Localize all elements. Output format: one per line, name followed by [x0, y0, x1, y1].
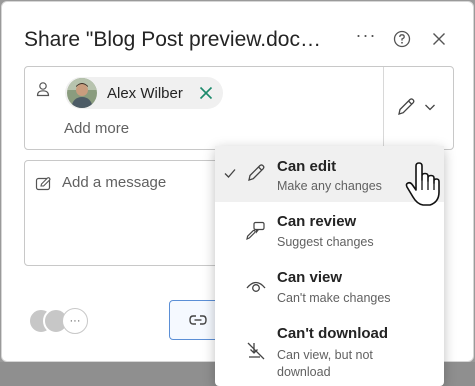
close-icon	[433, 33, 445, 45]
eye-icon	[246, 281, 266, 292]
pencil-icon	[398, 98, 415, 115]
hand-cursor-icon	[405, 162, 440, 206]
menu-item-title: Can review	[277, 213, 357, 230]
person-icon	[36, 82, 50, 97]
no-download-icon	[247, 342, 265, 360]
menu-item-title: Can view	[277, 269, 343, 286]
message-edit-icon	[35, 177, 51, 191]
menu-item-title: Can edit	[277, 158, 337, 175]
link-icon	[189, 315, 207, 325]
add-more-input[interactable]: Add more	[64, 120, 129, 137]
chevron-down-icon	[425, 104, 435, 111]
help-button[interactable]	[391, 28, 413, 50]
menu-item-can-review[interactable]: Can review Suggest changes	[215, 202, 444, 258]
recipient-name: Alex Wilber	[107, 84, 183, 102]
menu-item-description: Suggest changes	[277, 235, 374, 249]
close-button[interactable]	[428, 28, 450, 50]
menu-item-title: Can't download	[277, 325, 389, 342]
review-icon	[246, 221, 265, 241]
more-people-button[interactable]: ···	[62, 308, 88, 334]
remove-recipient-icon[interactable]	[199, 86, 213, 100]
permission-dropdown-button[interactable]	[395, 95, 445, 119]
divider	[383, 67, 384, 149]
help-icon	[393, 30, 411, 48]
menu-item-cant-download[interactable]: Can't download Can view, but not downloa…	[215, 314, 444, 386]
avatar	[67, 78, 97, 108]
message-field[interactable]: Add a message	[24, 160, 224, 266]
more-options-button[interactable]: ···	[355, 24, 377, 46]
dialog-title: Share "Blog Post preview.doc…	[24, 28, 321, 51]
menu-item-can-view[interactable]: Can view Can't make changes	[215, 258, 444, 314]
message-placeholder: Add a message	[62, 174, 167, 191]
recipients-field[interactable]: Alex Wilber Add more	[24, 66, 454, 150]
checkmark-icon	[224, 169, 236, 178]
recipient-chip[interactable]: Alex Wilber	[65, 77, 223, 109]
menu-item-description: Make any changes	[277, 179, 382, 193]
menu-item-description: download	[277, 365, 331, 379]
shared-with-avatars[interactable]: ···	[28, 308, 90, 336]
menu-item-description: Can't make changes	[277, 291, 391, 305]
menu-item-description: Can view, but not	[277, 348, 373, 362]
pencil-icon	[248, 164, 265, 181]
